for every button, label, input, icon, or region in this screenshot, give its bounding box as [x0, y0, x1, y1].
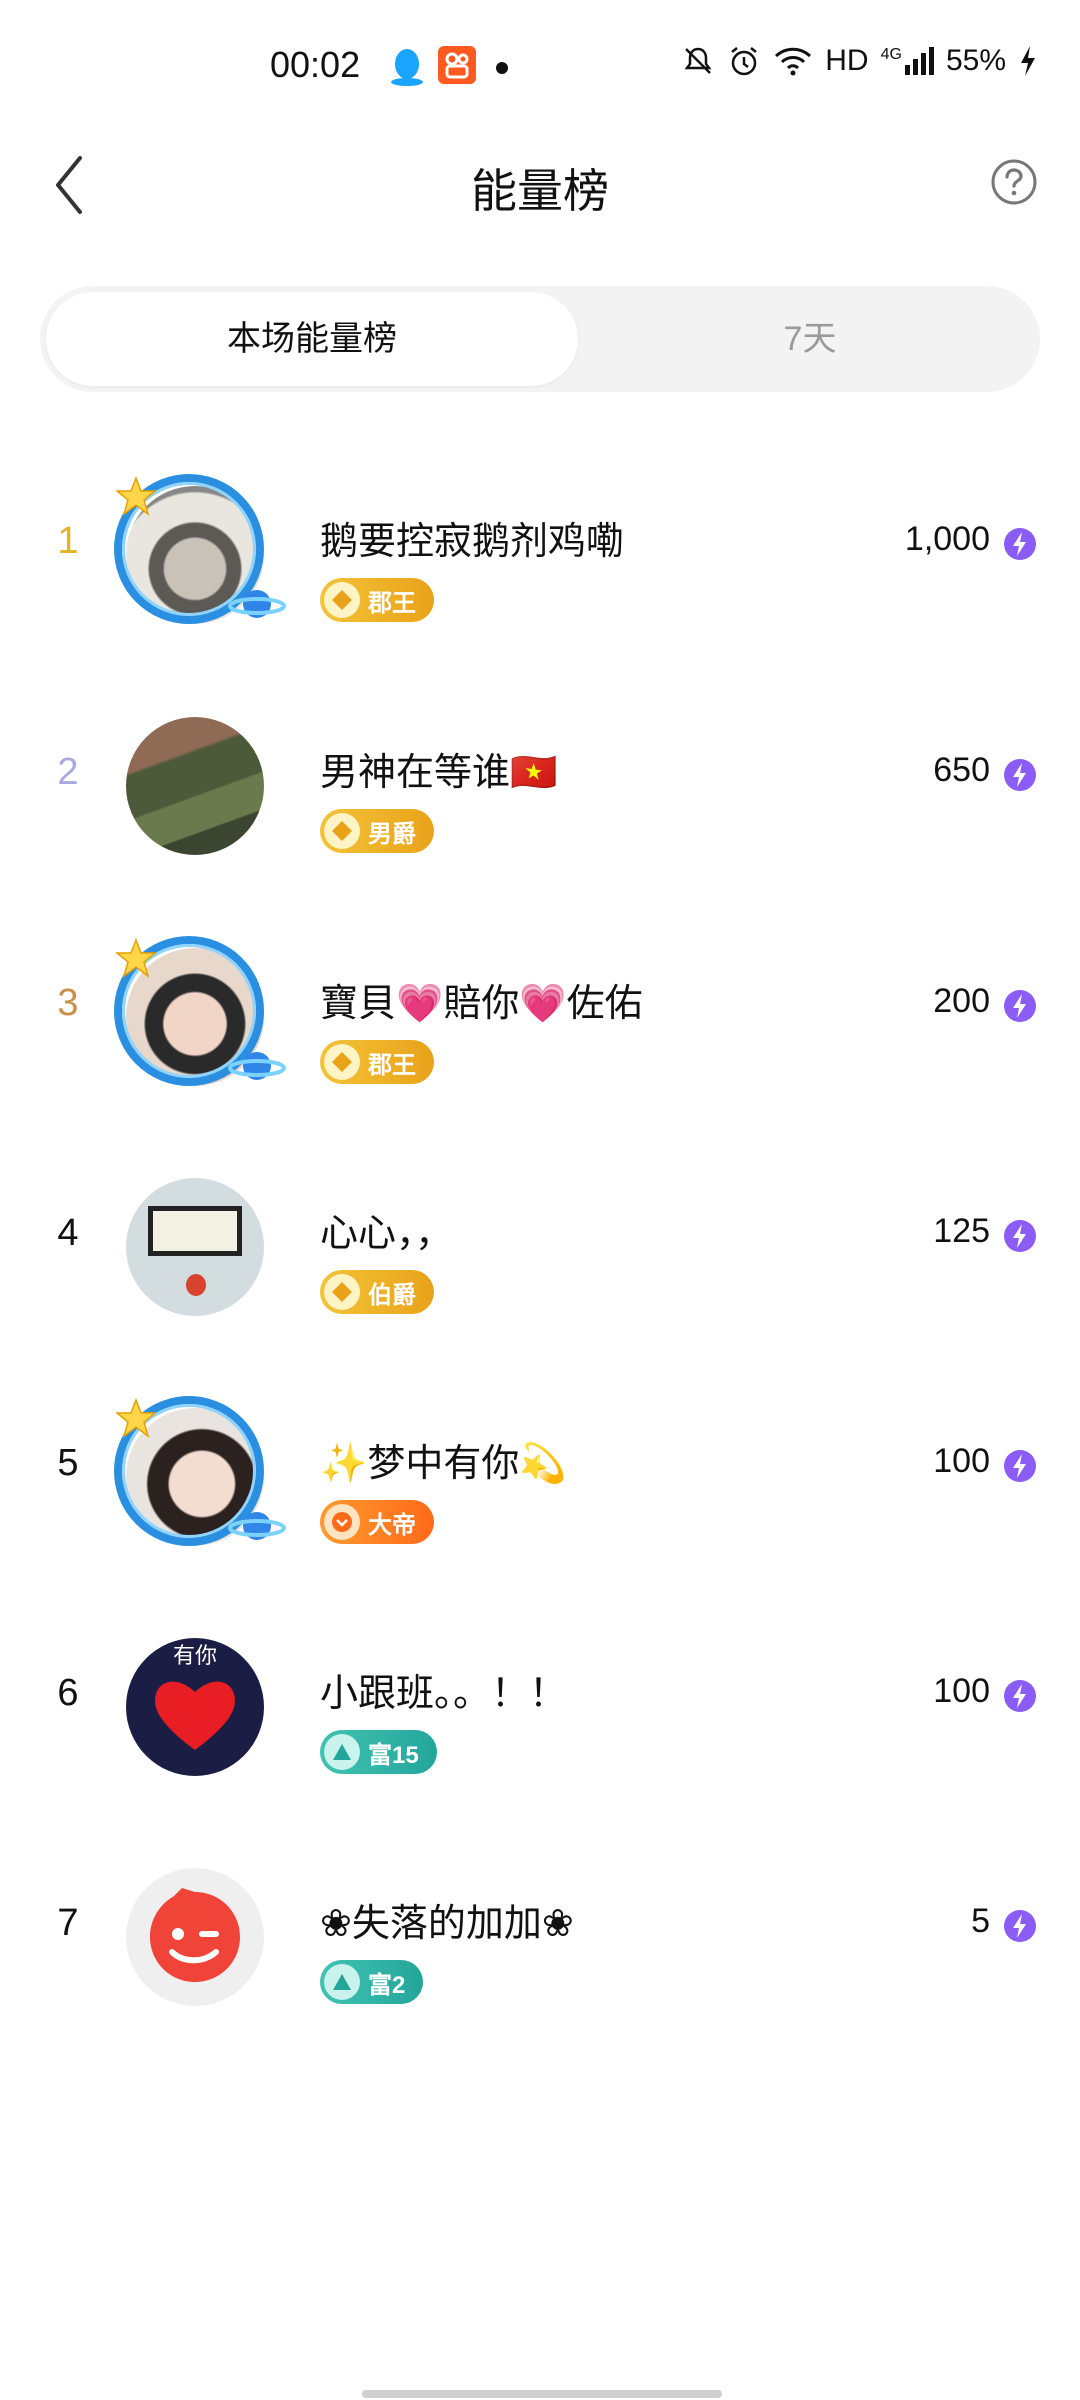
- list-item[interactable]: 7 ❀失落的加加❀ 富2 5: [0, 1810, 1080, 2040]
- avatar-with-frame[interactable]: [110, 1162, 280, 1332]
- badge-label: 大帝: [368, 1511, 416, 1539]
- energy-score: 100: [933, 1442, 990, 1480]
- rank-number: 5: [57, 1442, 79, 1484]
- rank-badge: 伯爵: [320, 1270, 434, 1314]
- user-name: 寶貝💗賠你💗佐佑: [320, 983, 643, 1025]
- energy-bolt-icon: [1004, 990, 1036, 1022]
- user-name: 男神在等谁🇻🇳: [320, 752, 558, 794]
- home-indicator[interactable]: [362, 2390, 722, 2398]
- energy-score: 5: [971, 1902, 990, 1940]
- list-item[interactable]: 3 寶貝💗賠你💗佐佑 郡王 200: [0, 890, 1080, 1120]
- list-item[interactable]: 4 心心，， 伯爵 125: [0, 1120, 1080, 1350]
- list-item[interactable]: 1 鹅要控寂鹅剂鸡嘞 郡王 1,000: [0, 428, 1080, 658]
- list-item[interactable]: 5 ✨梦中有你💫 大帝 100: [0, 1350, 1080, 1580]
- star-icon: [116, 476, 156, 516]
- planet-icon: [228, 590, 286, 618]
- crown-diamond-icon: [324, 582, 360, 618]
- crown-diamond-icon: [324, 1044, 360, 1080]
- status-time: 00:02: [270, 44, 361, 85]
- chevron-badge-icon: [324, 1504, 360, 1540]
- badge-label: 郡王: [368, 1051, 416, 1079]
- avatar[interactable]: 有你: [126, 1638, 264, 1776]
- tab-7-days[interactable]: 7天: [580, 286, 1040, 392]
- energy-score: 650: [933, 751, 990, 789]
- energy-bolt-icon: [1004, 1220, 1036, 1252]
- avatar-text: 有你: [172, 1643, 217, 1668]
- triangle-badge-icon: [324, 1964, 360, 2000]
- status-bar: 00:02 HD 4G 55%: [0, 0, 1080, 135]
- signal-icon: 4G: [881, 47, 934, 75]
- rank-number: 4: [57, 1212, 79, 1254]
- crown-diamond-icon: [324, 813, 360, 849]
- status-icons: HD 4G 55%: [681, 44, 1038, 78]
- badge-label: 伯爵: [368, 1281, 416, 1309]
- list-item[interactable]: 6 有你 小跟班。。！！ 富15 100: [0, 1580, 1080, 1810]
- avatar-with-frame[interactable]: [110, 1392, 286, 1562]
- energy-bolt-icon: [1004, 1910, 1036, 1942]
- heart-icon: [155, 1681, 235, 1750]
- avatar-with-frame[interactable]: 有你: [110, 1622, 280, 1792]
- user-name: 小跟班。。！！: [320, 1673, 568, 1715]
- badge-label: 男爵: [368, 820, 416, 848]
- list-item[interactable]: 2 男神在等谁🇻🇳 男爵 650: [0, 659, 1080, 889]
- rank-badge: 男爵: [320, 809, 434, 853]
- avatar[interactable]: [126, 717, 264, 855]
- badge-label: 富15: [368, 1741, 419, 1769]
- avatar[interactable]: [126, 1178, 264, 1316]
- network-label: HD: [825, 44, 869, 77]
- energy-bolt-icon: [1004, 528, 1036, 560]
- rank-badge: 大帝: [320, 1500, 434, 1544]
- notification-dot-icon: [496, 62, 508, 74]
- user-name: ❀失落的加加❀: [320, 1903, 574, 1945]
- energy-score: 100: [933, 1672, 990, 1710]
- kuaishou-default-avatar-icon: [150, 1888, 240, 1982]
- energy-score: 200: [933, 982, 990, 1020]
- rank-badge: 郡王: [320, 578, 434, 622]
- badge-label: 富2: [368, 1971, 406, 1999]
- qq-icon: [391, 49, 423, 86]
- avatar-with-frame[interactable]: [110, 470, 286, 640]
- kuaishou-icon: [438, 46, 476, 84]
- energy-bolt-icon: [1004, 1450, 1036, 1482]
- rank-badge: 富15: [320, 1730, 437, 1774]
- user-name: 鹅要控寂鹅剂鸡嘞: [320, 521, 625, 563]
- avatar-with-frame[interactable]: [110, 1852, 280, 2022]
- battery-label: 55%: [945, 44, 1006, 77]
- user-name: ✨梦中有你💫: [320, 1443, 567, 1485]
- charging-icon: [1021, 46, 1035, 76]
- avatar[interactable]: [126, 1868, 264, 2006]
- energy-score: 1,000: [904, 520, 990, 558]
- tab-current-session[interactable]: 本场能量榜: [46, 292, 578, 386]
- star-icon: [116, 1398, 156, 1438]
- rank-badge: 郡王: [320, 1040, 434, 1084]
- energy-bolt-icon: [1004, 759, 1036, 791]
- user-name: 心心，，: [320, 1213, 454, 1255]
- rank-badge: 富2: [320, 1960, 424, 2004]
- energy-score: 125: [933, 1212, 990, 1250]
- triangle-badge-icon: [324, 1734, 360, 1770]
- planet-icon: [228, 1512, 286, 1540]
- badge-label: 郡王: [368, 589, 416, 617]
- avatar-with-frame[interactable]: [110, 932, 286, 1102]
- question-circle-icon[interactable]: [990, 158, 1038, 206]
- avatar-with-frame[interactable]: [110, 701, 280, 871]
- page-title: 能量榜: [471, 165, 609, 217]
- ranking-tabs: 本场能量榜 7天: [40, 286, 1040, 392]
- bell-off-icon: [684, 47, 712, 74]
- rank-number: 3: [57, 982, 79, 1024]
- planet-icon: [228, 1052, 286, 1080]
- alarm-icon: [731, 47, 758, 76]
- rank-number: 2: [57, 751, 79, 793]
- rank-number: 1: [57, 520, 79, 562]
- crown-diamond-icon: [324, 1274, 360, 1310]
- wifi-icon: [775, 47, 812, 76]
- rank-number: 7: [57, 1902, 79, 1944]
- energy-bolt-icon: [1004, 1680, 1036, 1712]
- rank-number: 6: [57, 1672, 79, 1714]
- star-icon: [116, 938, 156, 978]
